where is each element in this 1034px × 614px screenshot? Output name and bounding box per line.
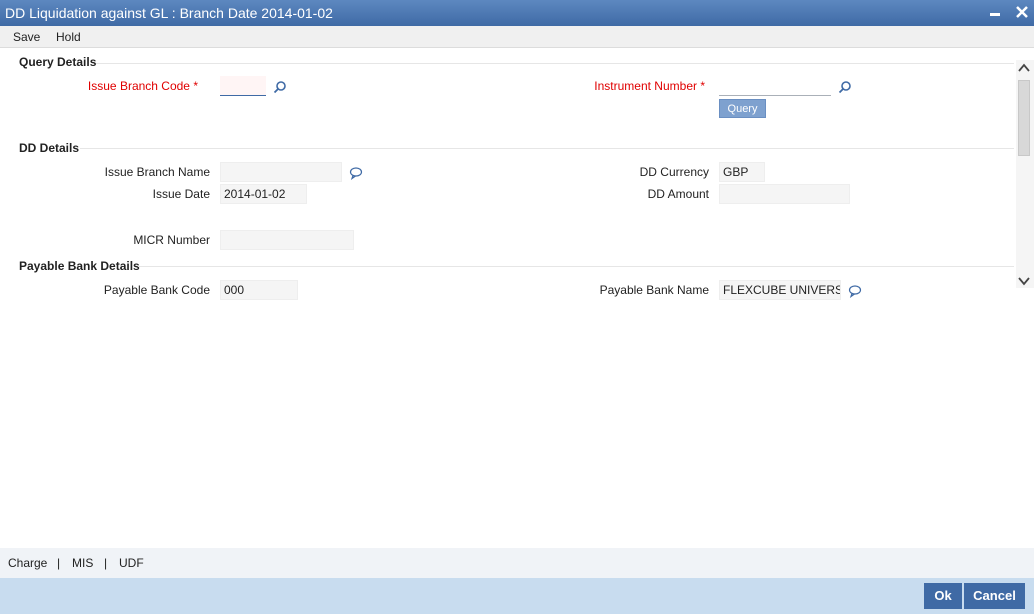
section-divider: [96, 63, 1014, 64]
minimize-icon[interactable]: [985, 2, 1005, 22]
hold-menu-item[interactable]: Hold: [56, 30, 81, 44]
dd-amount-label: DD Amount: [647, 187, 709, 201]
scrollbar-thumb[interactable]: [1018, 80, 1030, 156]
section-title-dd-details: DD Details: [19, 141, 80, 155]
scroll-down-icon[interactable]: [1017, 274, 1031, 288]
search-icon[interactable]: [838, 80, 852, 94]
scroll-up-icon[interactable]: [1017, 61, 1031, 75]
comment-icon[interactable]: [349, 166, 363, 181]
save-menu-item[interactable]: Save: [13, 30, 40, 44]
issue-branch-code-label: Issue Branch Code *: [87, 79, 198, 93]
micr-number-label: MICR Number: [133, 233, 210, 247]
dd-currency-field: GBP: [719, 162, 765, 182]
ok-button[interactable]: Ok: [924, 583, 962, 609]
subscreen-bar: Charge | MIS | UDF: [0, 548, 1034, 578]
issue-branch-name-field: [220, 162, 342, 182]
separator: |: [104, 556, 108, 570]
window-title-bar: DD Liquidation against GL : Branch Date …: [0, 0, 1034, 26]
window-title: DD Liquidation against GL : Branch Date …: [5, 5, 333, 21]
form-content: Query Details Issue Branch Code * Instru…: [0, 48, 1016, 548]
instrument-number-input[interactable]: [719, 76, 831, 96]
issue-branch-name-label: Issue Branch Name: [104, 165, 210, 179]
comment-icon[interactable]: [848, 284, 862, 299]
close-icon[interactable]: [1012, 2, 1032, 22]
payable-bank-code-field: 000: [220, 280, 298, 300]
dd-currency-label: DD Currency: [639, 165, 709, 179]
payable-bank-name-label: Payable Bank Name: [599, 283, 709, 297]
issue-branch-code-input[interactable]: [220, 76, 266, 96]
footer-bar: Ok Cancel: [0, 578, 1034, 614]
section-divider: [138, 266, 1014, 267]
charge-link[interactable]: Charge: [8, 556, 47, 570]
section-title-payable-bank-details: Payable Bank Details: [19, 259, 140, 273]
search-icon[interactable]: [273, 80, 287, 94]
payable-bank-name-field: FLEXCUBE UNIVERSAL BANK: [719, 280, 841, 300]
section-title-query-details: Query Details: [19, 55, 97, 69]
dd-amount-field: [719, 184, 850, 204]
udf-link[interactable]: UDF: [119, 556, 144, 570]
issue-date-field: 2014-01-02: [220, 184, 307, 204]
instrument-number-label: Instrument Number *: [594, 79, 705, 93]
separator: |: [57, 556, 61, 570]
menu-bar: Save Hold: [0, 26, 1034, 48]
payable-bank-code-label: Payable Bank Code: [103, 283, 210, 297]
query-button[interactable]: Query: [719, 99, 766, 118]
section-divider: [80, 148, 1014, 149]
micr-number-field: [220, 230, 354, 250]
issue-date-label: Issue Date: [152, 187, 210, 201]
mis-link[interactable]: MIS: [72, 556, 93, 570]
cancel-button[interactable]: Cancel: [964, 583, 1025, 609]
